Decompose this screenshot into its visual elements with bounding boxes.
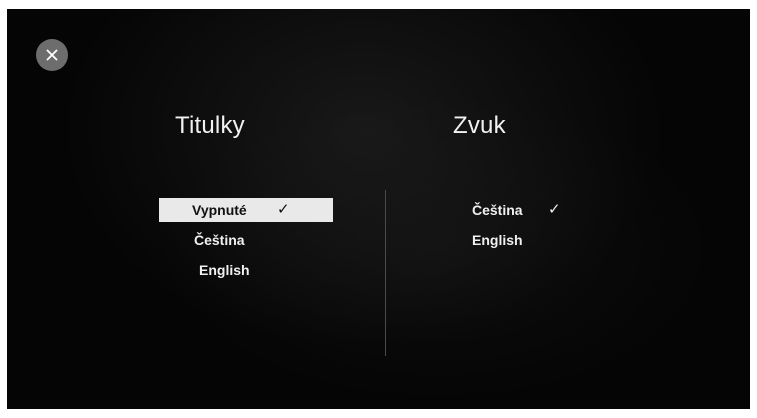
column-divider — [385, 190, 386, 356]
subtitles-option-label: English — [199, 262, 250, 278]
subtitles-option-label: Vypnuté — [192, 202, 247, 218]
audio-option-czech[interactable]: Čeština ✓ — [462, 198, 582, 222]
audio-option-english[interactable]: English — [462, 228, 582, 252]
subtitles-option-english[interactable]: English — [159, 258, 333, 282]
check-icon: ✓ — [277, 201, 290, 218]
close-icon — [46, 49, 58, 61]
audio-option-label: Čeština — [472, 202, 523, 218]
subtitles-option-list: Vypnuté ✓ Čeština English — [159, 198, 333, 288]
check-icon: ✓ — [548, 201, 561, 218]
subtitles-option-label: Čeština — [194, 232, 245, 248]
close-button[interactable] — [36, 39, 68, 71]
subtitles-title: Titulky — [175, 112, 245, 139]
player-settings-overlay: Titulky Zvuk Vypnuté ✓ Čeština English Č… — [7, 9, 750, 409]
subtitles-option-czech[interactable]: Čeština — [159, 228, 333, 252]
audio-title: Zvuk — [453, 112, 506, 139]
audio-option-list: Čeština ✓ English — [462, 198, 582, 258]
audio-option-label: English — [472, 232, 523, 248]
subtitles-option-off[interactable]: Vypnuté ✓ — [159, 198, 333, 222]
